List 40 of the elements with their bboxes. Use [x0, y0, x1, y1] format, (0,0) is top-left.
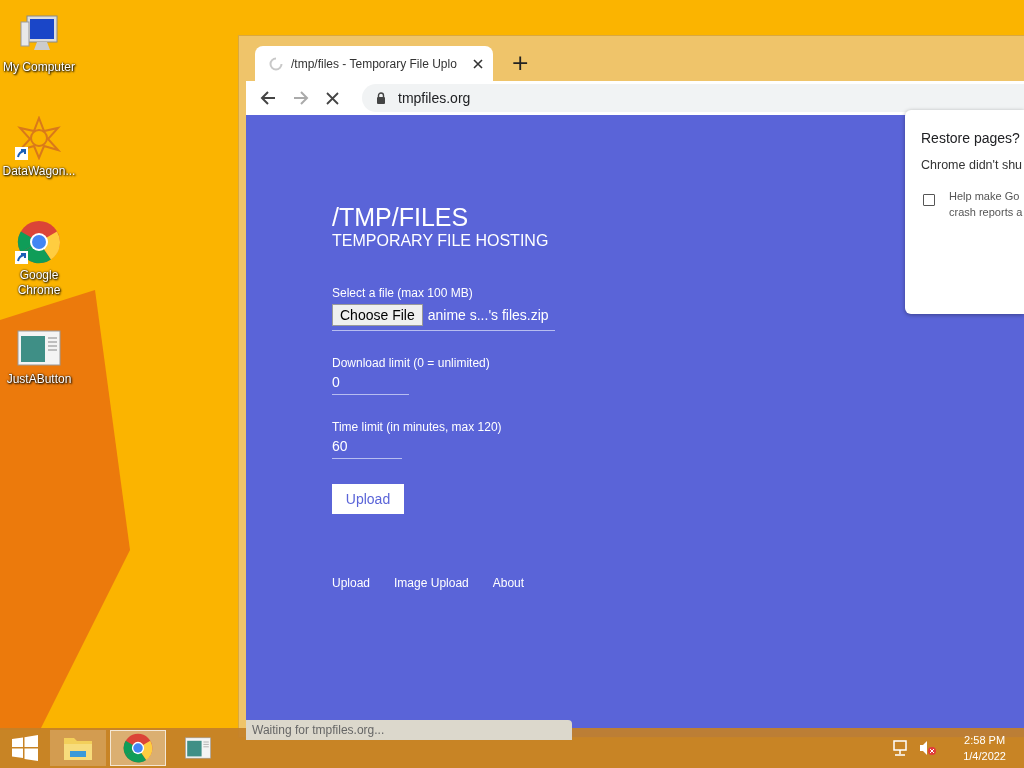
clock-date[interactable]: 1/4/2022 [963, 748, 1006, 764]
chrome-icon [123, 733, 153, 763]
windows-start-icon[interactable] [12, 735, 38, 761]
dialog-title: Restore pages? [921, 130, 1021, 146]
forward-arrow-icon[interactable] [293, 90, 309, 106]
nav-link[interactable]: Image Upload [394, 576, 469, 590]
field-label: Time limit (in minutes, max 120) [332, 419, 502, 435]
close-icon[interactable] [473, 58, 483, 69]
network-icon[interactable] [891, 740, 910, 756]
status-bubble: Waiting for tmpfiles.org... [246, 720, 572, 740]
upload-button[interactable]: Upload [332, 484, 404, 514]
nav-link[interactable]: About [492, 576, 525, 590]
desktop-icon-label[interactable]: JustAButton [1, 372, 77, 387]
taskbar-button[interactable] [110, 730, 166, 766]
star-logo-icon[interactable] [17, 116, 61, 160]
address-bar[interactable]: tmpfiles.org [362, 84, 1024, 112]
browser-tab[interactable]: /tmp/files - Temporary File Uplo [255, 46, 493, 81]
back-arrow-icon[interactable] [260, 90, 276, 106]
field-label: Download limit (0 = unlimited) [332, 355, 490, 371]
volume-muted-icon[interactable] [919, 740, 938, 756]
choose-file-button[interactable]: Choose File [332, 304, 423, 326]
input-field[interactable]: 60 [332, 435, 402, 459]
input-field[interactable]: 0 [332, 371, 409, 395]
app-window-icon [184, 736, 212, 760]
checkbox-label: Help make Go [949, 190, 1021, 202]
clock-time[interactable]: 2:58 PM [964, 732, 1006, 748]
file-name: anime s...'s files.zip [427, 307, 549, 323]
dialog-text: Chrome didn't shu [921, 158, 1024, 172]
lock-icon [376, 92, 386, 104]
site-title: /TMP/FILES [332, 203, 469, 231]
new-tab-button[interactable]: + [505, 50, 536, 75]
nav-link[interactable]: Upload [332, 576, 371, 590]
site-subtitle: TEMPORARY FILE HOSTING [332, 231, 549, 251]
chrome-icon[interactable] [17, 220, 61, 264]
app-window-icon[interactable] [17, 328, 61, 368]
checkbox-label: crash reports a [949, 206, 1023, 218]
taskbar-button[interactable] [50, 730, 106, 766]
stop-icon[interactable] [326, 91, 339, 105]
field-label: Select a file (max 100 MB) [332, 285, 473, 301]
checkbox[interactable] [923, 194, 935, 206]
